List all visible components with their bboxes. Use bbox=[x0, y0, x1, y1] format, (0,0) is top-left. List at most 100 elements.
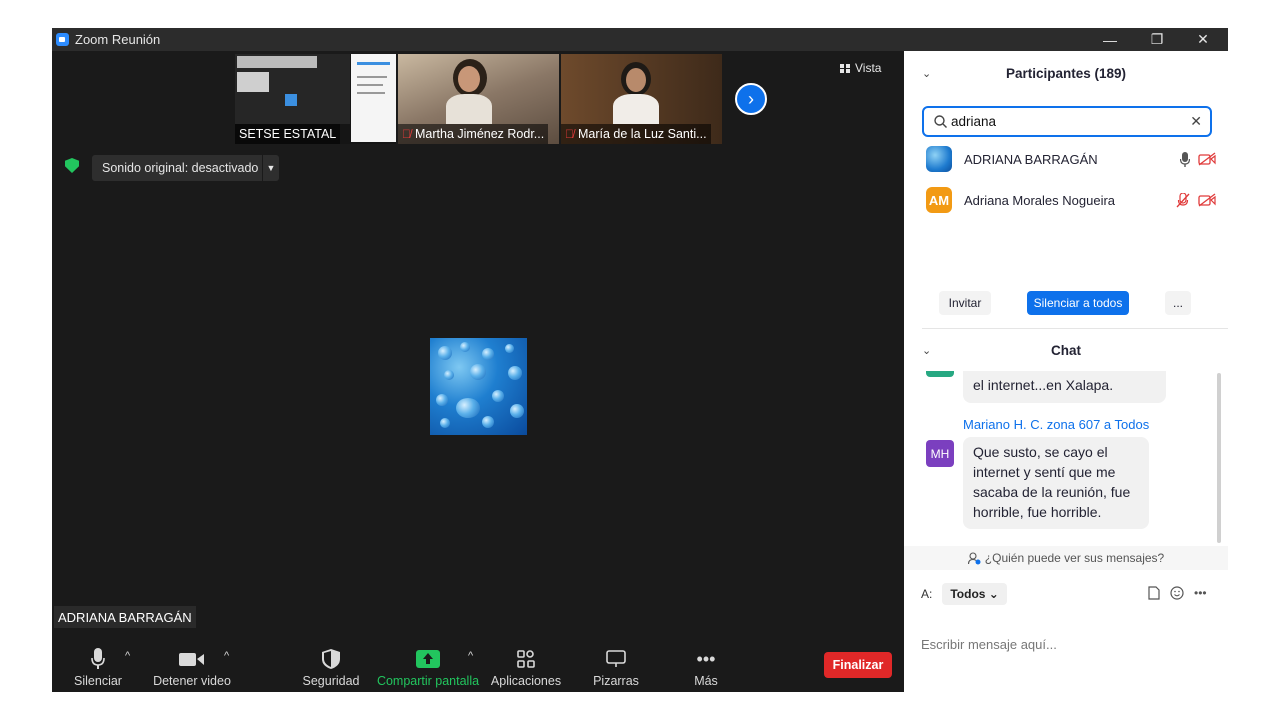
chat-header: ⌄ Chat bbox=[904, 339, 1228, 361]
chat-message: Que susto, se cayo el internet y sentí q… bbox=[963, 437, 1149, 529]
file-icon[interactable] bbox=[1148, 586, 1160, 603]
thumbnail-video[interactable]: SETSE ESTATAL bbox=[235, 54, 396, 144]
next-page-button[interactable]: › bbox=[735, 83, 767, 115]
grid-view-icon bbox=[840, 63, 850, 73]
video-stage: SETSE ESTATAL 🎙̸ Martha Jiménez Rodr... 🎙… bbox=[52, 51, 904, 692]
avatar bbox=[926, 146, 952, 172]
recipient-dropdown[interactable]: Todos ⌄ bbox=[942, 583, 1007, 605]
emoji-icon[interactable] bbox=[1170, 586, 1184, 603]
share-options-caret[interactable]: ^ bbox=[468, 650, 473, 662]
video-options-caret[interactable]: ^ bbox=[224, 650, 229, 662]
chevron-down-icon: ⌄ bbox=[988, 587, 999, 601]
whiteboards-label: Pizarras bbox=[593, 674, 639, 688]
original-sound-button[interactable]: Sonido original: desactivado ▼ bbox=[92, 155, 279, 181]
zoom-window: Zoom Reunión — ❐ ✕ SETSE ESTATAL 🎙̸ Mart… bbox=[52, 28, 1228, 692]
mute-label: Silenciar bbox=[74, 674, 122, 688]
participant-status bbox=[1180, 151, 1216, 167]
chat-message: el internet...en Xalapa. bbox=[963, 371, 1166, 403]
whiteboards-button[interactable]: Pizarras bbox=[588, 630, 644, 692]
chevron-down-icon[interactable]: ▼ bbox=[262, 155, 279, 181]
view-button[interactable]: Vista bbox=[840, 61, 881, 75]
original-sound-label: Sonido original: desactivado bbox=[102, 161, 259, 175]
title-bar: Zoom Reunión — ❐ ✕ bbox=[52, 28, 1228, 51]
apps-icon bbox=[517, 646, 535, 672]
chat-sender: Mariano H. C. zona 607 a Todos bbox=[963, 417, 1150, 432]
clear-search-icon[interactable]: ✕ bbox=[1190, 113, 1202, 130]
chevron-down-icon[interactable]: ⌄ bbox=[922, 67, 931, 80]
audio-options-caret[interactable]: ^ bbox=[125, 650, 130, 662]
thumbnail-name: SETSE ESTATAL bbox=[235, 124, 341, 144]
thumbnail-name: 🎙̸ Martha Jiménez Rodr... bbox=[398, 124, 549, 144]
mic-muted-icon: 🎙̸ bbox=[565, 127, 574, 141]
microphone-icon bbox=[91, 646, 105, 672]
participant-row[interactable]: ADRIANA BARRAGÁN bbox=[926, 145, 1216, 173]
search-value: adriana bbox=[951, 114, 997, 129]
participant-status bbox=[1176, 192, 1216, 208]
mic-muted-icon bbox=[1176, 192, 1190, 207]
active-speaker-name: ADRIANA BARRAGÁN bbox=[54, 606, 196, 628]
document-preview bbox=[351, 54, 396, 142]
restore-button[interactable]: ❐ bbox=[1134, 28, 1180, 51]
who-can-see-link[interactable]: ¿Quién puede ver sus mensajes? bbox=[904, 546, 1228, 570]
close-button[interactable]: ✕ bbox=[1180, 28, 1226, 51]
more-dots-icon[interactable]: ••• bbox=[1194, 586, 1207, 603]
window-title: Zoom Reunión bbox=[75, 32, 161, 47]
mic-muted-icon: 🎙̸ bbox=[402, 127, 411, 141]
microphone-icon bbox=[1180, 151, 1190, 167]
stop-video-button[interactable]: Detener video bbox=[152, 630, 232, 692]
apps-button[interactable]: Aplicaciones bbox=[490, 630, 562, 692]
who-can-see-label: ¿Quién puede ver sus mensajes? bbox=[984, 551, 1165, 565]
apps-label: Aplicaciones bbox=[490, 674, 562, 688]
security-button[interactable]: Seguridad bbox=[300, 630, 362, 692]
screen-share-preview bbox=[235, 54, 350, 124]
chat-scrollbar[interactable] bbox=[1217, 373, 1221, 543]
whiteboard-icon bbox=[606, 646, 626, 672]
zoom-app-icon bbox=[56, 33, 69, 46]
share-screen-button[interactable]: Compartir pantalla bbox=[376, 630, 480, 692]
participant-name: Adriana Morales Nogueira bbox=[964, 192, 1116, 208]
to-label: A: bbox=[921, 587, 933, 601]
avatar bbox=[926, 371, 954, 377]
share-screen-icon bbox=[416, 646, 440, 672]
chat-message-input[interactable]: Escribir mensaje aquí... bbox=[921, 637, 1057, 652]
chevron-down-icon[interactable]: ⌄ bbox=[922, 344, 931, 357]
stop-video-label: Detener video bbox=[153, 674, 231, 688]
participant-name: ADRIANA BARRAGÁN bbox=[964, 151, 1098, 167]
meeting-toolbar: Silenciar ^ Detener video ^ Seguridad Co… bbox=[52, 630, 904, 692]
thumbnail-name: 🎙̸ María de la Luz Santi... bbox=[561, 124, 711, 144]
participants-more-button[interactable]: ... bbox=[1165, 291, 1191, 315]
more-label: Más bbox=[694, 674, 718, 688]
chat-tools: ••• bbox=[1148, 586, 1207, 603]
mute-button[interactable]: Silenciar bbox=[72, 630, 124, 692]
avatar: AM bbox=[926, 187, 952, 213]
chat-title: Chat bbox=[1051, 342, 1081, 358]
minimize-button[interactable]: — bbox=[1087, 28, 1133, 51]
more-dots-icon: ••• bbox=[696, 648, 716, 669]
chat-recipient: A: Todos ⌄ bbox=[921, 582, 1007, 606]
participants-title: Participantes (189) bbox=[1005, 65, 1127, 81]
security-label: Seguridad bbox=[302, 674, 360, 688]
share-screen-label: Compartir pantalla bbox=[376, 674, 480, 688]
thumbnail-strip: SETSE ESTATAL 🎙̸ Martha Jiménez Rodr... 🎙… bbox=[235, 54, 724, 144]
side-panel: ⌄ Participantes (189) adriana ✕ ADRIANA … bbox=[904, 51, 1228, 692]
chevron-right-icon: › bbox=[748, 88, 754, 109]
mute-all-button[interactable]: Silenciar a todos bbox=[1027, 291, 1129, 315]
end-meeting-button[interactable]: Finalizar bbox=[824, 652, 892, 678]
profile-picture bbox=[430, 338, 527, 435]
video-off-icon bbox=[1198, 192, 1216, 207]
more-button[interactable]: ••• Más bbox=[686, 630, 726, 692]
divider bbox=[922, 328, 1228, 329]
invite-button[interactable]: Invitar bbox=[939, 291, 991, 315]
thumbnail-video[interactable]: 🎙̸ María de la Luz Santi... bbox=[561, 54, 722, 144]
shield-icon bbox=[322, 646, 340, 672]
video-off-icon bbox=[1198, 151, 1216, 166]
thumbnail-video[interactable]: 🎙̸ Martha Jiménez Rodr... bbox=[398, 54, 559, 144]
participant-search-input[interactable]: adriana ✕ bbox=[922, 106, 1212, 137]
search-icon bbox=[934, 115, 947, 128]
security-shield-icon bbox=[65, 158, 79, 173]
participants-header: ⌄ Participantes (189) bbox=[904, 51, 1228, 95]
participant-row[interactable]: AM Adriana Morales Nogueira bbox=[926, 186, 1216, 214]
user-info-icon bbox=[967, 551, 981, 564]
video-camera-icon bbox=[179, 646, 205, 672]
avatar: MH bbox=[926, 440, 954, 467]
